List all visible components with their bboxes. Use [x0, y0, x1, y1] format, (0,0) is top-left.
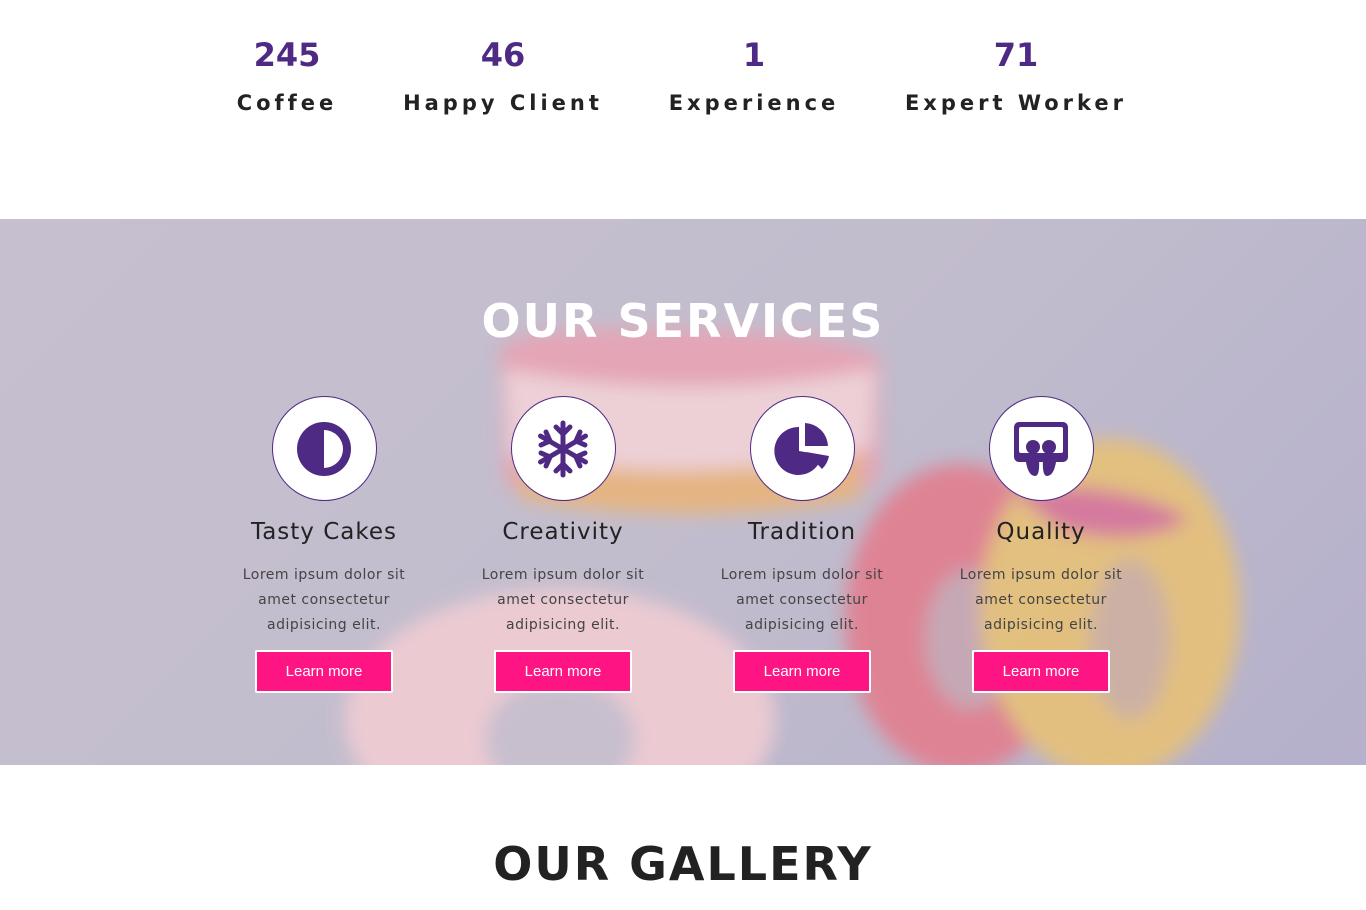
- learn-more-button[interactable]: Learn more: [255, 650, 393, 693]
- service-title: Creativity: [502, 519, 624, 545]
- snowflake-icon: [538, 420, 588, 477]
- service-icon-circle: [510, 396, 616, 501]
- service-description: Lorem ipsum dolor sit amet consectetur a…: [481, 567, 645, 633]
- stat-coffee: 245 Coffee: [167, 34, 407, 116]
- services-section: OUR SERVICES Tasty Cakes Lorem ipsum dol…: [0, 219, 1366, 765]
- gallery-title: OUR GALLERY: [493, 837, 873, 891]
- service-title: Quality: [996, 519, 1086, 545]
- stat-label: Expert Worker: [904, 91, 1128, 115]
- service-card-tasty-cakes: Tasty Cakes Lorem ipsum dolor sit amet c…: [204, 396, 444, 693]
- pie-chart-icon: [774, 422, 829, 475]
- service-title: Tradition: [747, 519, 857, 545]
- stat-number: 46: [480, 36, 526, 74]
- stat-expert-worker: 71 Expert Worker: [896, 34, 1136, 116]
- stat-number: 1: [742, 36, 766, 74]
- stat-number: 71: [993, 36, 1039, 74]
- adjust-icon: [297, 421, 351, 476]
- service-card-tradition: Tradition Lorem ipsum dolor sit amet con…: [682, 396, 922, 693]
- service-description: Lorem ipsum dolor sit amet consectetur a…: [720, 567, 884, 633]
- service-icon-circle: [271, 396, 377, 501]
- service-card-creativity: Creativity Lorem ipsum dolor sit amet co…: [443, 396, 683, 693]
- stat-number: 245: [253, 36, 321, 74]
- service-description: Lorem ipsum dolor sit amet consectetur a…: [242, 567, 406, 633]
- stats-section: 245 Coffee 46 Happy Client 1 Experience …: [0, 0, 1366, 219]
- service-title: Tasty Cakes: [250, 519, 398, 545]
- slideshare-icon: [1014, 421, 1068, 476]
- stat-label: Happy Client: [403, 91, 603, 115]
- service-description: Lorem ipsum dolor sit amet consectetur a…: [959, 567, 1123, 633]
- stat-experience: 1 Experience: [634, 34, 874, 116]
- learn-more-button[interactable]: Learn more: [972, 650, 1110, 693]
- learn-more-button[interactable]: Learn more: [733, 650, 871, 693]
- service-icon-circle: [988, 396, 1094, 501]
- service-icon-circle: [749, 396, 855, 501]
- stat-label: Experience: [668, 91, 840, 115]
- services-title: OUR SERVICES: [481, 294, 885, 348]
- stat-happy-client: 46 Happy Client: [383, 34, 623, 116]
- stat-label: Coffee: [236, 91, 338, 115]
- service-card-quality: Quality Lorem ipsum dolor sit amet conse…: [921, 396, 1161, 693]
- learn-more-button[interactable]: Learn more: [494, 650, 632, 693]
